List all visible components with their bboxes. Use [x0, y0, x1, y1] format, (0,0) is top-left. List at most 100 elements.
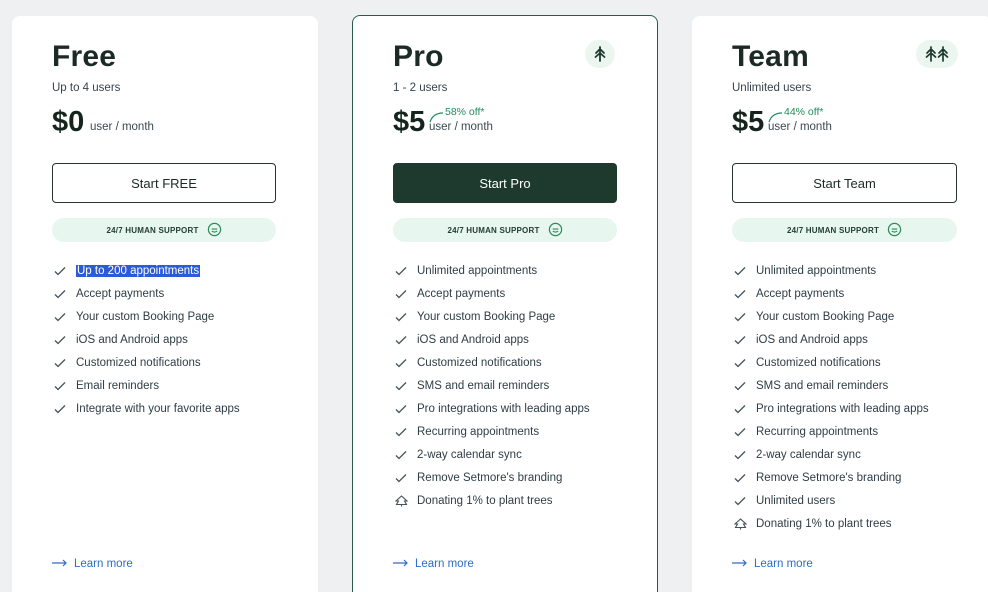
- feature-label: Accept payments: [76, 287, 165, 300]
- checkmark-icon: [54, 335, 76, 345]
- learn-more-label: Learn more: [754, 558, 813, 570]
- learn-more-label: Learn more: [74, 558, 133, 570]
- feature-list: Up to 200 appointments Accept payments Y…: [54, 259, 240, 420]
- checkmark-icon: [395, 312, 417, 322]
- feature-list: Unlimited appointments Accept payments Y…: [734, 259, 929, 535]
- feature-label: SMS and email reminders: [417, 379, 550, 392]
- feature-item: Email reminders: [54, 374, 240, 397]
- checkmark-icon: [395, 289, 417, 299]
- feature-list: Unlimited appointments Accept payments Y…: [395, 259, 590, 512]
- checkmark-icon: [734, 312, 756, 322]
- feature-label: Donating 1% to plant trees: [756, 517, 892, 530]
- feature-label: Recurring appointments: [417, 425, 540, 438]
- checkmark-icon: [54, 381, 76, 391]
- plan-users: 1 - 2 users: [393, 82, 448, 94]
- learn-more-link[interactable]: Learn more: [393, 558, 474, 570]
- feature-label: Donating 1% to plant trees: [417, 494, 553, 507]
- checkmark-icon: [54, 312, 76, 322]
- checkmark-icon: [395, 266, 417, 276]
- feature-item: Unlimited users: [734, 489, 929, 512]
- feature-item: Your custom Booking Page: [734, 305, 929, 328]
- checkmark-icon: [395, 427, 417, 437]
- checkmark-icon: [395, 450, 417, 460]
- checkmark-icon: [395, 473, 417, 483]
- feature-label: Customized notifications: [417, 356, 542, 369]
- feature-label: Remove Setmore's branding: [756, 471, 902, 484]
- arrow-right-icon: [732, 558, 748, 570]
- support-label: 24/7 HUMAN SUPPORT: [786, 225, 880, 235]
- plan-users: Unlimited users: [732, 82, 812, 94]
- plan-card-pro: Pro 1 - 2 users $5 58% off* user / month…: [352, 15, 658, 592]
- feature-item: Donating 1% to plant trees: [734, 512, 929, 535]
- plan-title: Pro: [393, 40, 444, 73]
- arrow-right-icon: [393, 558, 409, 570]
- feature-label: Your custom Booking Page: [756, 310, 895, 323]
- feature-item: Donating 1% to plant trees: [395, 489, 590, 512]
- feature-item: 2-way calendar sync: [734, 443, 929, 466]
- feature-label: Unlimited users: [756, 494, 836, 507]
- checkmark-icon: [734, 473, 756, 483]
- start-team-button[interactable]: Start Team: [732, 163, 957, 203]
- feature-item: Remove Setmore's branding: [395, 466, 590, 489]
- feature-item: iOS and Android apps: [54, 328, 240, 351]
- start-pro-button[interactable]: Start Pro: [393, 163, 617, 203]
- feature-label: SMS and email reminders: [756, 379, 889, 392]
- feature-label: Pro integrations with leading apps: [417, 402, 590, 415]
- feature-label: Unlimited appointments: [417, 264, 538, 277]
- checkmark-icon: [395, 404, 417, 414]
- feature-item: Customized notifications: [54, 351, 240, 374]
- checkmark-icon: [54, 289, 76, 299]
- feature-label: Accept payments: [417, 287, 506, 300]
- discount-label: 44% off*: [784, 106, 824, 118]
- checkmark-icon: [734, 335, 756, 345]
- checkmark-icon: [734, 496, 756, 506]
- smiley-chat-icon: [207, 222, 222, 239]
- feature-label: Email reminders: [76, 379, 160, 392]
- smiley-chat-icon: [548, 222, 563, 239]
- feature-item: iOS and Android apps: [734, 328, 929, 351]
- discount-label: 58% off*: [445, 106, 485, 118]
- plan-users: Up to 4 users: [52, 82, 121, 94]
- plan-title: Free: [52, 40, 117, 73]
- feature-item: Integrate with your favorite apps: [54, 397, 240, 420]
- checkmark-icon: [734, 266, 756, 276]
- feature-label: Customized notifications: [76, 356, 201, 369]
- human-support-badge: 24/7 HUMAN SUPPORT: [732, 218, 957, 242]
- feature-item: Customized notifications: [734, 351, 929, 374]
- feature-item: 2-way calendar sync: [395, 443, 590, 466]
- feature-item: Accept payments: [54, 282, 240, 305]
- checkmark-icon: [54, 358, 76, 368]
- single-tree-icon: [585, 40, 615, 68]
- checkmark-icon: [734, 358, 756, 368]
- feature-item: SMS and email reminders: [395, 374, 590, 397]
- checkmark-icon: [734, 404, 756, 414]
- learn-more-link[interactable]: Learn more: [52, 558, 133, 570]
- feature-label: Up to 200 appointments: [76, 264, 201, 277]
- feature-label: iOS and Android apps: [417, 333, 529, 346]
- tree-outline-icon: [395, 494, 417, 507]
- feature-label: iOS and Android apps: [76, 333, 188, 346]
- feature-label: Your custom Booking Page: [417, 310, 556, 323]
- feature-item: Accept payments: [734, 282, 929, 305]
- feature-label: Customized notifications: [756, 356, 881, 369]
- price-unit: user / month: [768, 121, 832, 133]
- feature-item: Recurring appointments: [734, 420, 929, 443]
- plan-title: Team: [732, 40, 809, 73]
- feature-label: 2-way calendar sync: [417, 448, 522, 461]
- feature-label: Pro integrations with leading apps: [756, 402, 929, 415]
- checkmark-icon: [54, 266, 76, 276]
- two-trees-icon: [916, 40, 958, 68]
- learn-more-link[interactable]: Learn more: [732, 558, 813, 570]
- price-value: $0: [52, 106, 85, 138]
- start-free-button[interactable]: Start FREE: [52, 163, 276, 203]
- feature-label: Recurring appointments: [756, 425, 879, 438]
- plan-card-free: Free Up to 4 users $0 user / month Start…: [12, 16, 318, 592]
- feature-item: Your custom Booking Page: [54, 305, 240, 328]
- checkmark-icon: [395, 358, 417, 368]
- price-value: $5: [393, 106, 426, 138]
- checkmark-icon: [734, 450, 756, 460]
- checkmark-icon: [395, 381, 417, 391]
- price-unit: user / month: [90, 121, 154, 133]
- human-support-badge: 24/7 HUMAN SUPPORT: [393, 218, 617, 242]
- feature-item: Up to 200 appointments: [54, 259, 240, 282]
